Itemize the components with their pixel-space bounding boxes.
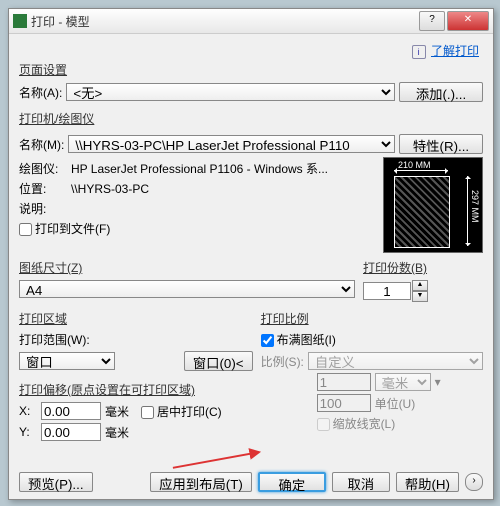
printer-name-label: 名称(M): — [19, 136, 64, 153]
copies-title: 打印份数(B) — [363, 259, 483, 276]
paper-size-select[interactable]: A4 — [19, 280, 355, 298]
scale-den-unit: 单位(U) — [375, 395, 416, 412]
help-button[interactable]: 帮助(H) — [396, 472, 459, 492]
printer-name-select[interactable]: \\HYRS-03-PC\HP LaserJet Professional P1… — [68, 135, 395, 153]
preview-button[interactable]: 预览(P)... — [19, 472, 93, 492]
offset-x-input[interactable] — [41, 402, 101, 420]
learn-print-link[interactable]: 了解打印 — [431, 44, 479, 58]
plotter-label: 绘图仪: — [19, 160, 67, 177]
spin-down-icon[interactable]: ▼ — [412, 291, 428, 302]
center-checkbox[interactable]: 居中打印(C) — [141, 403, 222, 420]
offset-y-unit: 毫米 — [105, 424, 129, 441]
offset-y-input[interactable] — [41, 423, 101, 441]
annotation-arrow — [169, 448, 267, 472]
print-range-label: 打印范围(W): — [19, 331, 253, 348]
desc-label: 说明: — [19, 200, 67, 217]
scale-lineweight-checkbox[interactable]: 缩放线宽(L) — [317, 415, 396, 432]
offset-x-label: X: — [19, 404, 37, 418]
app-icon — [13, 14, 27, 28]
spin-up-icon[interactable]: ▲ — [412, 280, 428, 291]
equals-icon: ▾ — [435, 375, 441, 389]
titlebar-help-button[interactable]: ? — [419, 11, 445, 31]
copies-input[interactable] — [363, 282, 411, 300]
titlebar-close-button[interactable]: ✕ — [447, 11, 489, 31]
apply-layout-button[interactable]: 应用到布局(T) — [150, 472, 252, 492]
print-area-title: 打印区域 — [19, 310, 253, 327]
page-name-select[interactable]: <无> — [66, 83, 395, 101]
printer-title: 打印机/绘图仪 — [19, 110, 483, 127]
window-title: 打印 - 模型 — [31, 13, 417, 30]
plotter-value: HP LaserJet Professional P1106 - Windows… — [71, 160, 328, 177]
expand-button[interactable]: › — [465, 473, 483, 491]
print-to-file-checkbox[interactable]: 打印到文件(F) — [19, 220, 110, 237]
window-button[interactable]: 窗口(0)< — [184, 351, 253, 371]
info-icon: i — [412, 45, 426, 59]
scale-title: 打印比例 — [261, 310, 483, 327]
location-value: \\HYRS-03-PC — [71, 182, 149, 196]
scale-num-input[interactable] — [317, 373, 371, 391]
add-button[interactable]: 添加(.)... — [399, 82, 483, 102]
fit-to-paper-checkbox[interactable]: 布满图纸(I) — [261, 333, 336, 347]
properties-button[interactable]: 特性(R)... — [399, 134, 483, 154]
ratio-label: 比例(S): — [261, 353, 304, 370]
offset-y-label: Y: — [19, 425, 37, 439]
cancel-button[interactable]: 取消 — [332, 472, 390, 492]
page-name-label: 名称(A): — [19, 84, 62, 101]
print-range-select[interactable]: 窗口 — [19, 352, 115, 370]
paper-size-title: 图纸尺寸(Z) — [19, 259, 355, 276]
ok-button[interactable]: 确定 — [258, 472, 326, 492]
offset-title: 打印偏移(原点设置在可打印区域) — [19, 381, 253, 398]
scale-den-input[interactable] — [317, 394, 371, 412]
titlebar[interactable]: 打印 - 模型 ? ✕ — [9, 9, 493, 34]
paper-preview: 210 MM 297 MM — [383, 157, 483, 253]
location-label: 位置: — [19, 180, 67, 197]
offset-x-unit: 毫米 — [105, 403, 129, 420]
ratio-select[interactable]: 自定义 — [308, 352, 483, 370]
scale-num-unit-select[interactable]: 毫米 — [375, 373, 431, 391]
copies-spinner[interactable]: ▲▼ — [363, 280, 428, 302]
preview-width-label: 210 MM — [398, 160, 431, 170]
page-setup-title: 页面设置 — [19, 61, 483, 78]
print-dialog: 打印 - 模型 ? ✕ i 了解打印 页面设置 名称(A): <无> 添加(.)… — [8, 8, 494, 500]
preview-height-label: 297 MM — [470, 190, 480, 223]
